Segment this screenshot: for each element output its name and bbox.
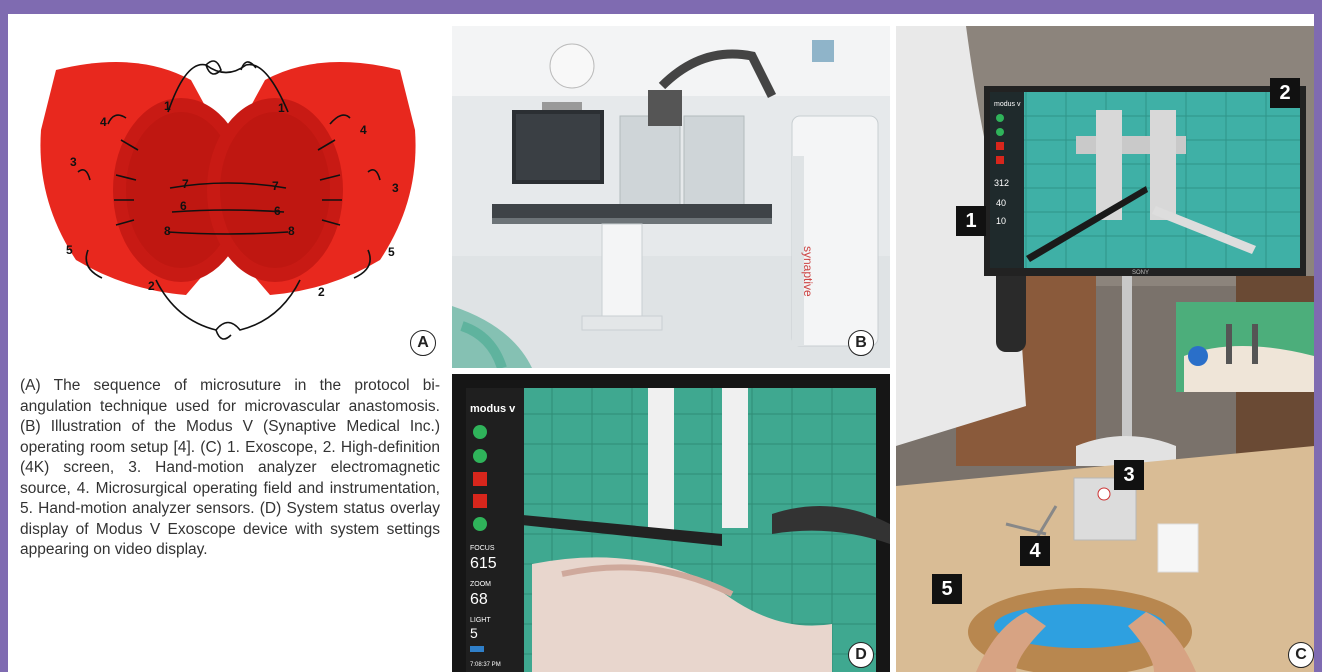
suture-label-2b: 2 [318,285,325,299]
marker-operating-field: 4 [1020,536,1050,566]
focus-label: FOCUS [470,545,495,552]
synaptive-brand: synaptive [801,246,815,297]
modus-brand: modus v [470,403,516,415]
suture-label-6b: 6 [274,204,281,218]
screen-brand: modus v [994,101,1021,108]
suture-label-4a: 4 [100,115,107,129]
readout-40: 40 [996,198,1006,208]
suture-label-3a: 3 [70,155,77,169]
panel-c-letter: C [1288,642,1314,668]
panel-a: 1 1 2 2 3 3 4 4 5 5 6 6 7 7 8 8 [16,40,440,360]
modus-v-display: modus v FOCUS 615 ZOOM 68 LIGHT 5 7:08:3… [452,374,890,672]
zoom-value: 68 [470,591,488,608]
suture-label-5a: 5 [66,243,73,257]
monitor-brand: SONY [1132,270,1149,276]
panel-c: modus v 312 40 10 SONY 1 2 3 4 5 [896,26,1314,672]
marker-screen: 2 [1270,78,1300,108]
suture-label-7a: 7 [182,177,189,191]
zoom-label: ZOOM [470,581,491,588]
panel-b-letter: B [848,330,874,356]
suture-label-5b: 5 [388,245,395,259]
suture-label-7b: 7 [272,179,279,193]
suture-label-2a: 2 [148,279,155,293]
focus-value: 615 [470,555,497,572]
suture-label-6a: 6 [180,199,187,213]
suture-label-8a: 8 [164,224,171,238]
suture-label-3b: 3 [392,181,399,195]
suture-label-1b: 1 [278,101,285,115]
figure-caption: (A) The sequence of microsuture in the p… [20,377,440,558]
operating-room-illustration: synaptive [452,26,890,368]
readout-312: 312 [994,178,1009,188]
light-value: 5 [470,625,478,641]
marker-exoscope: 1 [956,206,986,236]
suture-label-8b: 8 [288,224,295,238]
suture-label-1a: 1 [164,99,171,113]
header-bar [0,0,1322,14]
marker-em-source: 3 [1114,460,1144,490]
vessel-diagram: 1 1 2 2 3 3 4 4 5 5 6 6 7 7 8 8 [40,60,416,340]
clock-time: 7:08:37 PM [470,662,501,668]
readout-10: 10 [996,216,1006,226]
panel-d: modus v FOCUS 615 ZOOM 68 LIGHT 5 7:08:3… [452,374,890,672]
light-label: LIGHT [470,617,491,624]
panel-a-letter: A [410,330,436,356]
suture-label-4b: 4 [360,123,367,137]
marker-sensors: 5 [932,574,962,604]
panel-d-letter: D [848,642,874,668]
panel-b: synaptive [452,26,890,368]
